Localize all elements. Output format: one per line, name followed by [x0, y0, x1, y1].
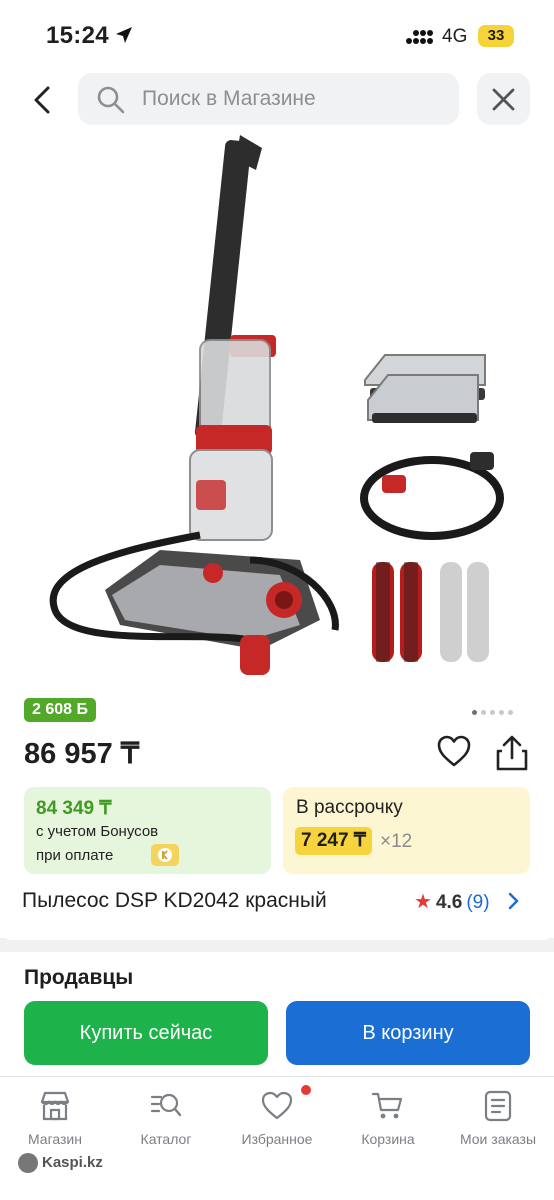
nav-label: Избранное	[241, 1131, 313, 1147]
bonus-note-line2: при оплате	[36, 847, 114, 864]
nav-item-store[interactable]: Магазин	[0, 1089, 110, 1147]
network-type: 4G	[442, 26, 468, 47]
installment-card[interactable]: В рассрочку 7 247 ₸ ×12	[283, 787, 530, 874]
image-pager-dots	[472, 702, 517, 720]
bonus-price-card[interactable]: 84 349 ₸ с учетом Бонусов при оплате	[24, 787, 271, 874]
nav-item-orders[interactable]: Мои заказы	[443, 1089, 553, 1147]
product-rating[interactable]: ★ 4.6 (9)	[414, 889, 519, 914]
add-to-cart-button[interactable]: В корзину	[286, 1001, 530, 1065]
installment-monthly-price: 7 247 ₸	[295, 827, 372, 855]
bonus-note-line1: с учетом Бонусов	[36, 823, 159, 840]
orders-icon	[484, 1090, 512, 1122]
product-title: Пылесос DSP KD2042 красный	[22, 889, 327, 912]
bottom-navigation: Магазин Каталог Избранное Корзина Мои за…	[0, 1076, 554, 1200]
section-divider	[0, 928, 554, 952]
installment-months: ×12	[380, 831, 413, 852]
catalog-search-icon	[150, 1093, 182, 1117]
pager-dot	[508, 710, 513, 715]
search-icon	[97, 86, 125, 114]
header	[0, 70, 554, 130]
pager-dot	[499, 710, 504, 715]
back-button[interactable]	[22, 80, 62, 120]
signal-icon	[406, 30, 433, 44]
battery-indicator: 33	[478, 25, 514, 47]
nav-item-catalog[interactable]: Каталог	[111, 1089, 221, 1147]
bonus-points-badge: 2 608 Б	[24, 698, 96, 722]
nav-item-favorites[interactable]: Избранное	[222, 1085, 332, 1147]
favorite-button[interactable]	[436, 734, 472, 770]
location-arrow-icon	[116, 27, 132, 43]
review-count: (9)	[466, 892, 490, 913]
sellers-title: Продавцы	[24, 966, 134, 989]
product-price: 86 957 ₸	[24, 738, 140, 770]
nav-label: Корзина	[361, 1131, 415, 1147]
star-icon: ★	[414, 891, 432, 913]
nav-item-cart[interactable]: Корзина	[333, 1089, 443, 1147]
status-bar: 15:24 4G 33	[0, 0, 554, 68]
search-bar[interactable]	[78, 73, 459, 125]
pager-dot	[490, 710, 495, 715]
store-icon	[40, 1091, 70, 1121]
nav-label: Магазин	[27, 1131, 82, 1147]
installment-title: В рассрочку	[296, 797, 403, 818]
watermark-text: Kaspi.kz	[42, 1153, 103, 1171]
search-input[interactable]	[142, 73, 442, 125]
heart-icon	[261, 1091, 293, 1120]
chevron-right-icon	[508, 892, 519, 910]
buy-now-button[interactable]: Купить сейчас	[24, 1001, 268, 1065]
kaspi-logo-icon	[18, 1153, 38, 1173]
notification-dot	[301, 1085, 311, 1095]
pager-dot	[472, 710, 477, 715]
bonus-price: 84 349 ₸	[36, 798, 112, 819]
nav-label: Мои заказы	[459, 1131, 537, 1147]
product-image[interactable]	[0, 130, 554, 690]
rating-value: 4.6	[435, 892, 463, 913]
nav-label: Каталог	[140, 1131, 192, 1147]
status-time: 15:24	[46, 22, 109, 49]
kaspi-pay-icon	[151, 844, 179, 866]
pager-dot	[481, 710, 486, 715]
kaspi-watermark: Kaspi.kz	[18, 1153, 103, 1173]
close-icon	[492, 88, 515, 111]
share-button[interactable]	[494, 734, 530, 772]
close-button[interactable]	[477, 73, 530, 125]
cart-icon	[371, 1092, 403, 1119]
